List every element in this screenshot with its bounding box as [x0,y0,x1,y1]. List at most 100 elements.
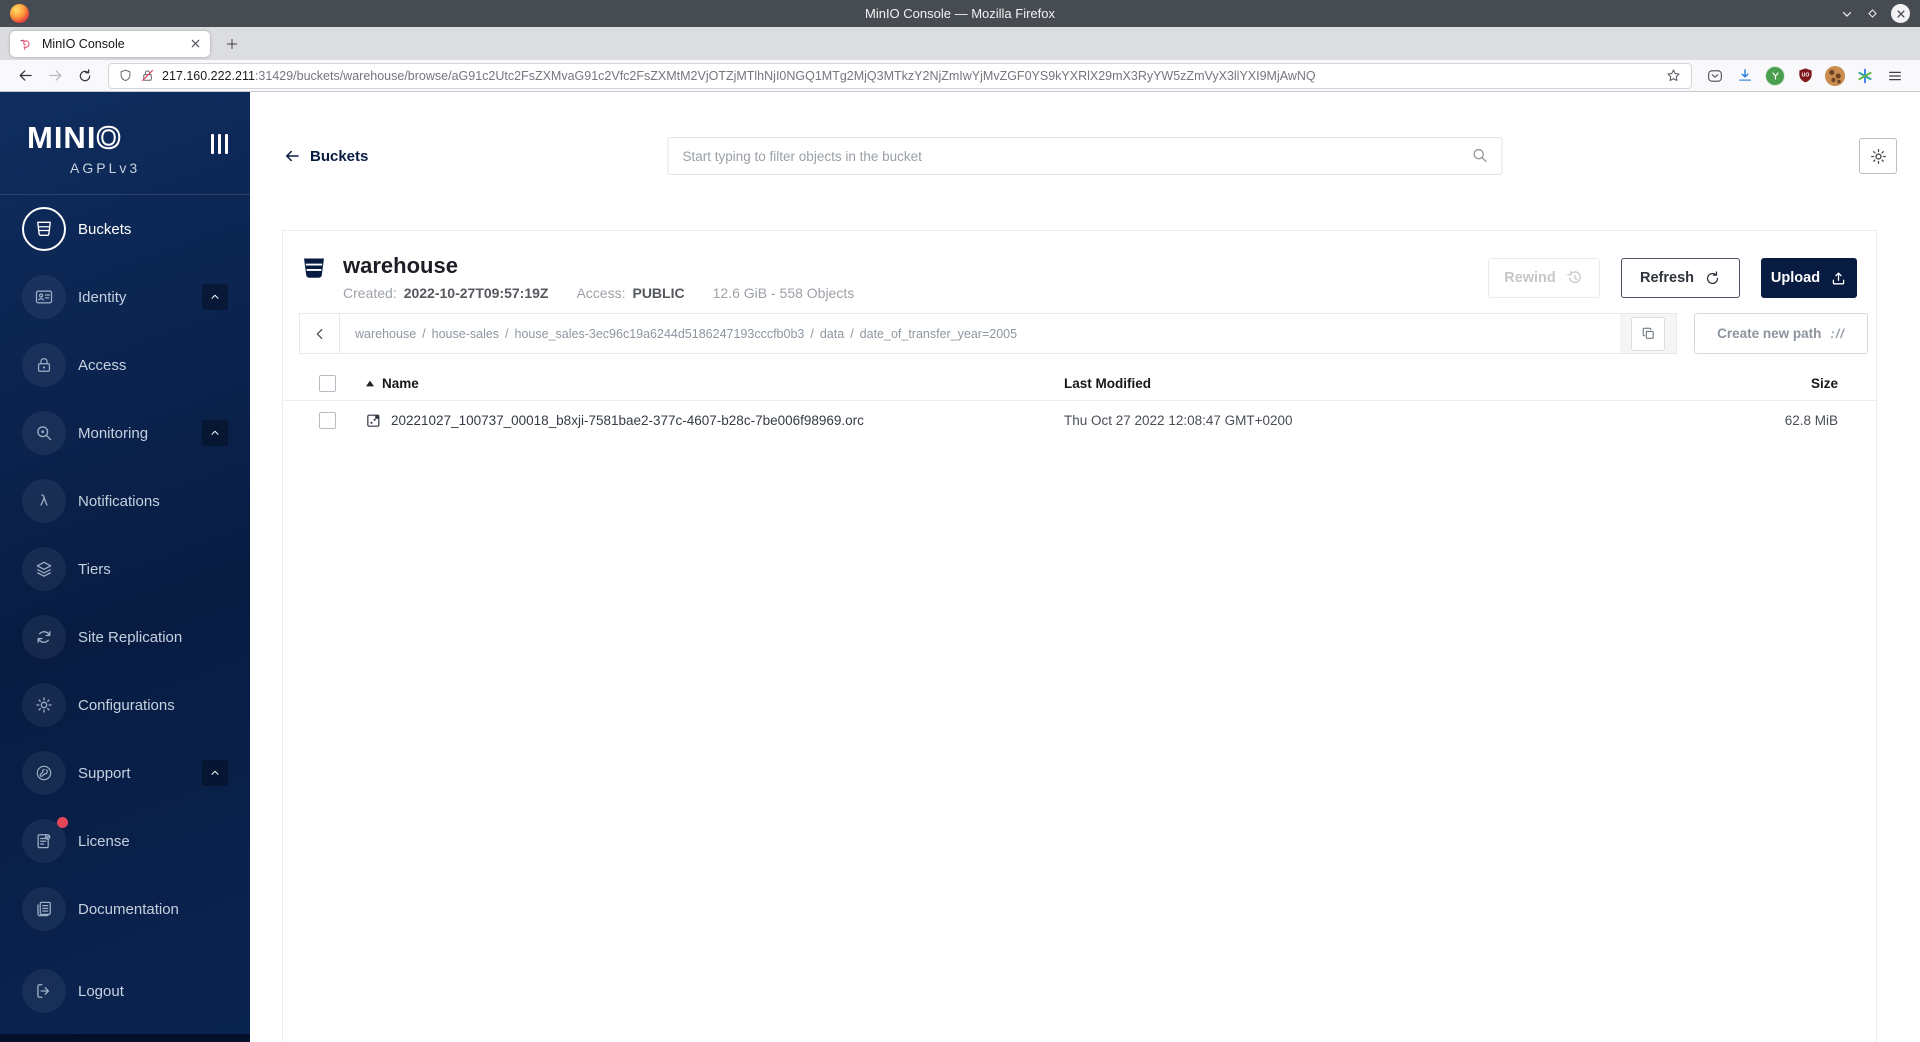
asterisk-extension-icon[interactable] [1850,62,1880,90]
sidebar-item-label: Tiers [78,560,111,578]
refresh-icon [1706,270,1719,284]
row-checkbox[interactable] [319,411,336,429]
window-close-icon[interactable] [1891,4,1910,23]
sidebar-item-site-replication[interactable]: Site Replication [0,603,250,671]
ublock-extension-icon[interactable]: UO [1790,62,1820,90]
sidebar-item-buckets[interactable]: Buckets [0,195,250,263]
tab-title: MinIO Console [42,36,125,51]
back-link-label: Buckets [310,147,369,165]
size-column-header[interactable]: Size [1618,376,1838,391]
name-column-header[interactable]: Name [365,376,1064,391]
tab-close-icon[interactable] [190,38,201,49]
insecure-lock-icon[interactable] [140,68,155,83]
sidebar-item-identity[interactable]: Identity [0,263,250,331]
monitoring-icon [22,411,66,455]
sidebar-item-label: Notifications [78,492,160,510]
breadcrumb-separator: / [810,326,814,341]
object-size: 62.8 MiB [1784,412,1838,428]
sidebar-item-notifications[interactable]: λ Notifications [0,467,250,535]
breadcrumb-bar: warehouse / house-sales / house_sales-3e… [299,313,1677,355]
bucket-settings-button[interactable] [1859,138,1897,174]
breadcrumb-segment[interactable]: warehouse [355,327,416,341]
svg-text:UO: UO [1801,73,1809,79]
sidebar-item-documentation[interactable]: Documentation [0,875,250,943]
documentation-icon [22,887,66,931]
breadcrumb-separator: / [850,326,854,341]
chevron-up-icon[interactable] [202,760,228,786]
chevron-up-icon[interactable] [202,284,228,310]
sidebar-item-access[interactable]: Access [0,331,250,399]
sidebar-item-label: Identity [78,288,127,306]
back-arrow-icon [286,150,299,162]
sidebar-item-tiers[interactable]: Tiers [0,535,250,603]
sidebar-collapse-icon[interactable] [210,134,228,154]
search-icon [1471,146,1490,165]
browser-tab[interactable]: MinIO Console [10,30,210,57]
sidebar-item-license[interactable]: License [0,807,250,875]
breadcrumb-segment[interactable]: house_sales-3ec96c19a6244d5186247193cccf… [515,327,805,341]
minio-wordmark: MINIO [27,121,230,154]
copy-path-button[interactable] [1631,316,1665,351]
window-titlebar: MinIO Console — Mozilla Firefox [0,0,1920,27]
license-alert-badge [57,817,68,828]
breadcrumb-segment[interactable]: house-sales [432,327,499,341]
back-to-buckets-link[interactable]: Buckets [283,147,368,165]
main-content: Buckets warehouse [250,92,1920,1042]
sidebar-item-label: Configurations [78,696,175,714]
bookmark-star-icon[interactable] [1665,67,1682,84]
url-text[interactable]: 217.160.222.211:31429/buckets/warehouse/… [162,69,1658,83]
rewind-button[interactable]: Rewind [1488,258,1600,298]
new-tab-button[interactable] [218,30,246,58]
sidebar-item-configurations[interactable]: Configurations [0,671,250,739]
menu-icon[interactable] [1880,62,1910,90]
shield-permissions-icon[interactable] [118,68,133,83]
breadcrumb-back-button[interactable] [300,314,340,354]
modified-column-header[interactable]: Last Modified [1064,376,1618,391]
browser-tab-bar: MinIO Console [0,27,1920,60]
create-path-label: Create new path [1717,326,1822,342]
minio-console-app: MINIO AGPLv3 Buckets Identity Access Mon… [0,92,1920,1042]
layers-icon [22,547,66,591]
bucket-name: warehouse [343,253,458,278]
chevron-up-icon[interactable] [202,420,228,446]
refresh-button[interactable]: Refresh [1621,258,1740,298]
replication-icon [22,615,66,659]
breadcrumb-segment[interactable]: data [820,327,844,341]
object-modified: Thu Oct 27 2022 12:08:47 GMT+0200 [1064,412,1293,428]
object-name-cell[interactable]: 20221027_100737_00018_b8xji-7581bae2-377… [365,412,1064,429]
chevron-left-icon [316,328,322,339]
filter-objects-input[interactable] [667,137,1503,175]
breadcrumb-segment[interactable]: date_of_transfer_year=2005 [860,327,1017,341]
forward-button[interactable] [40,63,70,89]
back-button[interactable] [10,63,40,89]
reload-button[interactable] [70,63,100,89]
sidebar-item-label: Monitoring [78,424,149,442]
upload-label: Upload [1770,270,1821,286]
url-host: 217.160.222.211 [162,68,255,83]
select-all-checkbox[interactable] [319,375,336,393]
url-bar[interactable]: 217.160.222.211:31429/buckets/warehouse/… [108,62,1692,89]
sidebar-item-label: Support [78,764,131,782]
url-path: :31429/buckets/warehouse/browse/aG91c2Ut… [254,68,1316,83]
window-maximize-icon[interactable] [1865,6,1880,21]
create-new-path-button[interactable]: Create new path :// [1694,313,1868,355]
pocket-icon[interactable] [1700,62,1730,90]
window-minimize-icon[interactable] [1840,7,1854,21]
extension-green-icon[interactable] [1760,62,1790,90]
created-label: Created: [343,285,397,302]
page-header: Buckets [250,137,1920,175]
bucket-icon [304,258,324,278]
sidebar-item-monitoring[interactable]: Monitoring [0,399,250,467]
upload-button[interactable]: Upload [1761,258,1857,298]
bucket-access: Access: PUBLIC [576,285,684,301]
sidebar-item-logout[interactable]: Logout [0,957,250,1025]
downloads-icon[interactable] [1730,62,1760,90]
table-row[interactable]: 20221027_100737_00018_b8xji-7581bae2-377… [283,401,1876,439]
gear-icon [22,683,66,727]
license-icon [22,817,68,863]
object-file-icon [367,414,380,427]
breadcrumb-separator: / [422,326,426,341]
cookie-extension-icon[interactable] [1820,62,1850,90]
sidebar-item-support[interactable]: Support [0,739,250,807]
copy-icon [1642,327,1654,339]
